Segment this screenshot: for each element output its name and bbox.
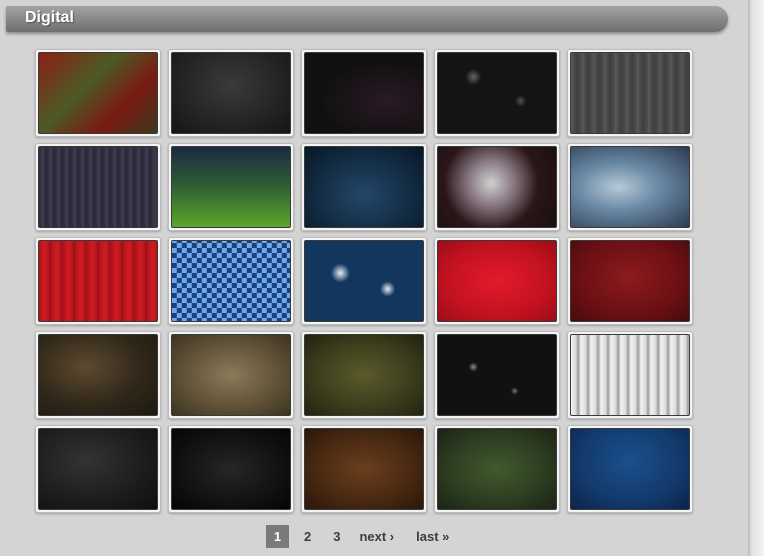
texture-thumbnail (304, 334, 424, 416)
thumbnail-19[interactable] (434, 331, 560, 419)
texture-thumbnail (437, 428, 557, 510)
section-title: Digital (25, 9, 74, 26)
thumbnail-9[interactable] (434, 143, 560, 231)
texture-thumbnail (437, 334, 557, 416)
thumbnail-18[interactable] (301, 331, 427, 419)
texture-thumbnail (570, 428, 690, 510)
texture-thumbnail (437, 240, 557, 322)
thumbnail-1[interactable] (35, 49, 161, 137)
pagination: 1 2 3 next › last » (266, 525, 449, 548)
thumbnail-25[interactable] (567, 425, 693, 513)
page-edge (748, 0, 764, 556)
thumbnail-16[interactable] (35, 331, 161, 419)
thumbnail-10[interactable] (567, 143, 693, 231)
texture-thumbnail (171, 240, 291, 322)
texture-thumbnail (570, 52, 690, 134)
pagination-current-page: 1 (266, 525, 289, 548)
texture-thumbnail (38, 334, 158, 416)
texture-thumbnail (304, 428, 424, 510)
texture-thumbnail (171, 334, 291, 416)
pagination-page-3[interactable]: 3 (333, 529, 340, 544)
texture-thumbnail (171, 146, 291, 228)
thumbnail-24[interactable] (434, 425, 560, 513)
thumbnail-2[interactable] (168, 49, 294, 137)
texture-thumbnail (570, 240, 690, 322)
thumbnail-13[interactable] (301, 237, 427, 325)
thumbnail-5[interactable] (567, 49, 693, 137)
thumbnail-4[interactable] (434, 49, 560, 137)
texture-thumbnail (437, 146, 557, 228)
thumbnail-14[interactable] (434, 237, 560, 325)
texture-thumbnail (304, 146, 424, 228)
thumbnail-23[interactable] (301, 425, 427, 513)
thumbnail-3[interactable] (301, 49, 427, 137)
thumbnail-12[interactable] (168, 237, 294, 325)
thumbnail-7[interactable] (168, 143, 294, 231)
section-header: Digital (6, 6, 728, 32)
texture-thumbnail (171, 428, 291, 510)
texture-thumbnail (38, 428, 158, 510)
texture-thumbnail (171, 52, 291, 134)
thumbnail-20[interactable] (567, 331, 693, 419)
pagination-last[interactable]: last » (416, 529, 449, 544)
texture-thumbnail (304, 240, 424, 322)
texture-thumbnail (38, 240, 158, 322)
texture-thumbnail (570, 146, 690, 228)
thumbnail-17[interactable] (168, 331, 294, 419)
texture-thumbnail (38, 146, 158, 228)
texture-thumbnail (304, 52, 424, 134)
thumbnail-8[interactable] (301, 143, 427, 231)
thumbnail-22[interactable] (168, 425, 294, 513)
thumbnail-6[interactable] (35, 143, 161, 231)
thumbnail-21[interactable] (35, 425, 161, 513)
texture-thumbnail (38, 52, 158, 134)
thumbnail-grid (35, 49, 693, 513)
pagination-next[interactable]: next › (359, 529, 394, 544)
texture-thumbnail (437, 52, 557, 134)
pagination-page-2[interactable]: 2 (304, 529, 311, 544)
texture-thumbnail (570, 334, 690, 416)
thumbnail-15[interactable] (567, 237, 693, 325)
thumbnail-11[interactable] (35, 237, 161, 325)
